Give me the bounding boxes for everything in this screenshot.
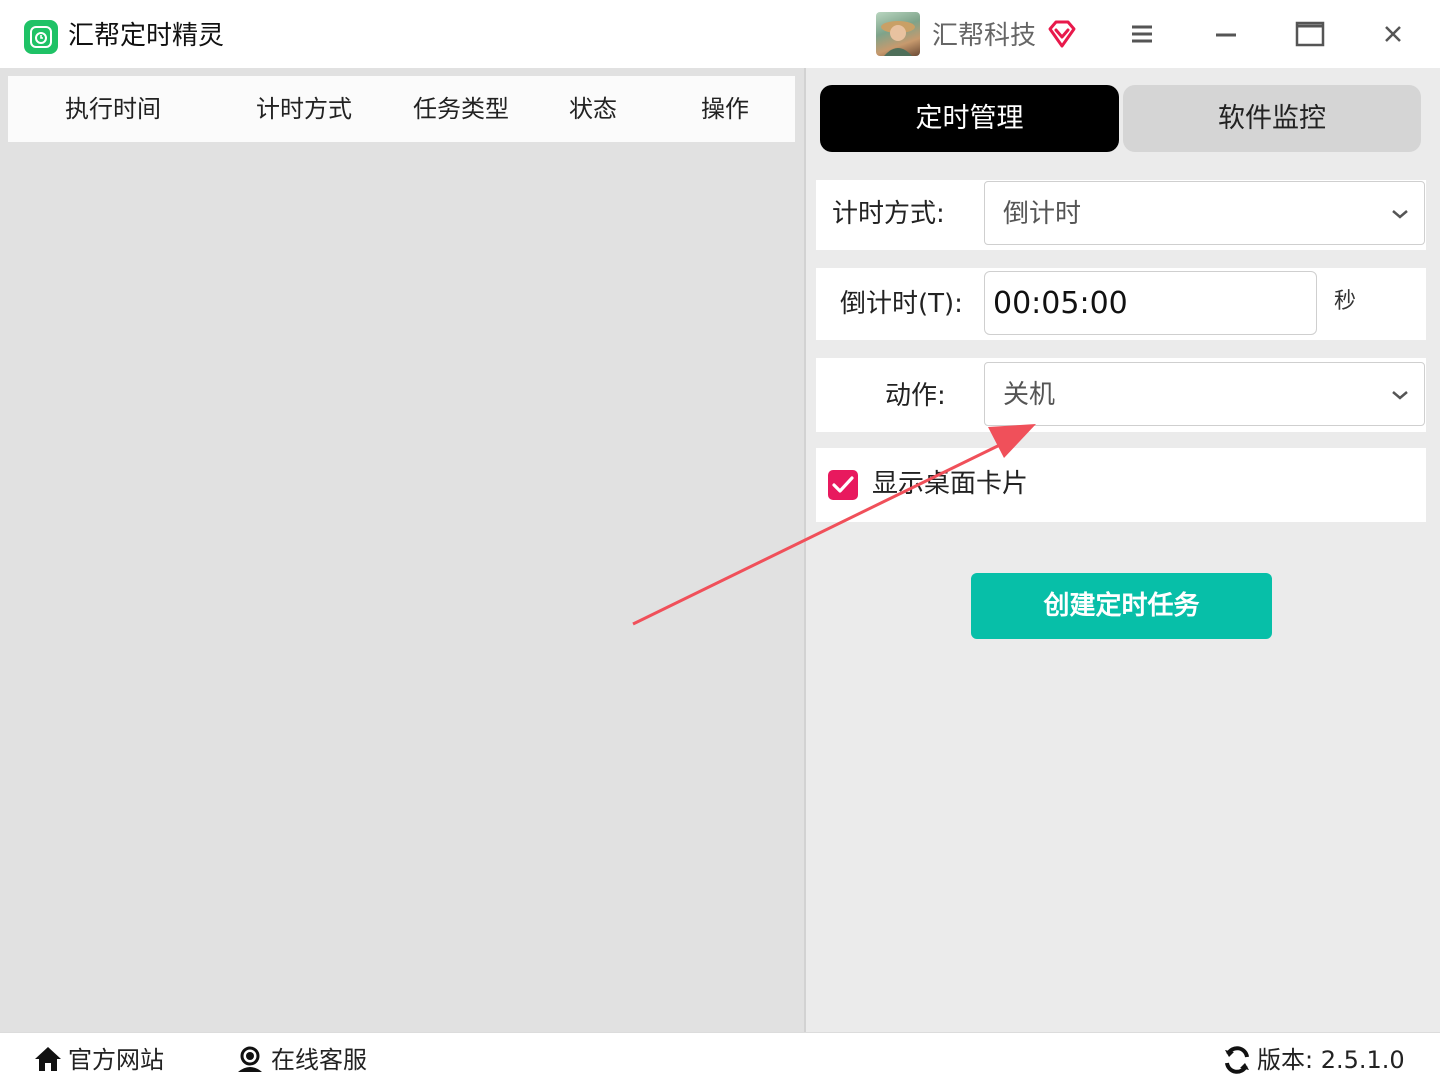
timing-mode-row: 计时方式: 倒计时	[816, 180, 1426, 250]
task-settings-panel: 定时管理 软件监控 计时方式: 倒计时 倒计时(T): 00:05:00 秒 动…	[806, 68, 1440, 1032]
online-support-link[interactable]: 在线客服	[271, 1043, 367, 1077]
company-name: 汇帮科技	[932, 21, 1037, 51]
app-logo-icon	[24, 20, 58, 54]
action-select[interactable]: 关机	[984, 362, 1425, 426]
action-label: 动作:	[885, 381, 946, 411]
column-header-action: 操作	[701, 95, 749, 123]
customer-service-icon	[235, 1045, 265, 1077]
refresh-icon[interactable]	[1222, 1045, 1252, 1079]
countdown-unit: 秒	[1334, 289, 1357, 314]
column-header-status: 状态	[569, 95, 617, 123]
minimize-icon[interactable]	[1206, 14, 1246, 54]
action-row: 动作: 关机	[816, 358, 1426, 432]
timing-mode-value: 倒计时	[1003, 199, 1082, 229]
countdown-label: 倒计时(T):	[840, 289, 963, 319]
hamburger-menu-icon[interactable]	[1122, 14, 1162, 54]
show-card-checkbox[interactable]	[828, 470, 858, 500]
title-bar: 汇帮定时精灵 汇帮科技	[0, 0, 1440, 68]
create-task-button[interactable]: 创建定时任务	[971, 573, 1272, 639]
user-avatar[interactable]	[876, 12, 920, 56]
chevron-down-icon	[1390, 204, 1410, 228]
column-header-exec-time: 执行时间	[65, 95, 161, 123]
show-card-label[interactable]: 显示桌面卡片	[872, 466, 1028, 502]
status-bar: 官方网站 在线客服 版本: 2.5.1.0	[0, 1032, 1440, 1088]
column-header-timing-mode: 计时方式	[256, 95, 352, 123]
tab-timer-management[interactable]: 定时管理	[820, 85, 1119, 152]
vip-diamond-icon[interactable]	[1046, 18, 1078, 54]
tab-software-monitor[interactable]: 软件监控	[1123, 85, 1421, 152]
official-website-link[interactable]: 官方网站	[68, 1043, 164, 1077]
chevron-down-icon	[1390, 385, 1410, 409]
countdown-row: 倒计时(T): 00:05:00 秒	[816, 268, 1426, 340]
task-table-header: 执行时间 计时方式 任务类型 状态 操作	[8, 76, 795, 142]
timing-mode-select[interactable]: 倒计时	[984, 181, 1425, 245]
version-label: 版本: 2.5.1.0	[1257, 1046, 1405, 1074]
countdown-time-value: 00:05:00	[993, 286, 1128, 321]
maximize-icon[interactable]	[1290, 14, 1330, 54]
close-icon[interactable]	[1373, 14, 1413, 54]
app-title: 汇帮定时精灵	[68, 21, 225, 51]
action-value: 关机	[1003, 380, 1056, 410]
countdown-time-input[interactable]: 00:05:00	[984, 271, 1317, 335]
home-icon	[33, 1045, 63, 1077]
timing-mode-label: 计时方式:	[832, 199, 945, 229]
task-list-panel: 执行时间 计时方式 任务类型 状态 操作	[0, 68, 804, 1032]
show-card-row: 显示桌面卡片	[816, 448, 1426, 522]
column-header-task-type: 任务类型	[413, 95, 509, 123]
